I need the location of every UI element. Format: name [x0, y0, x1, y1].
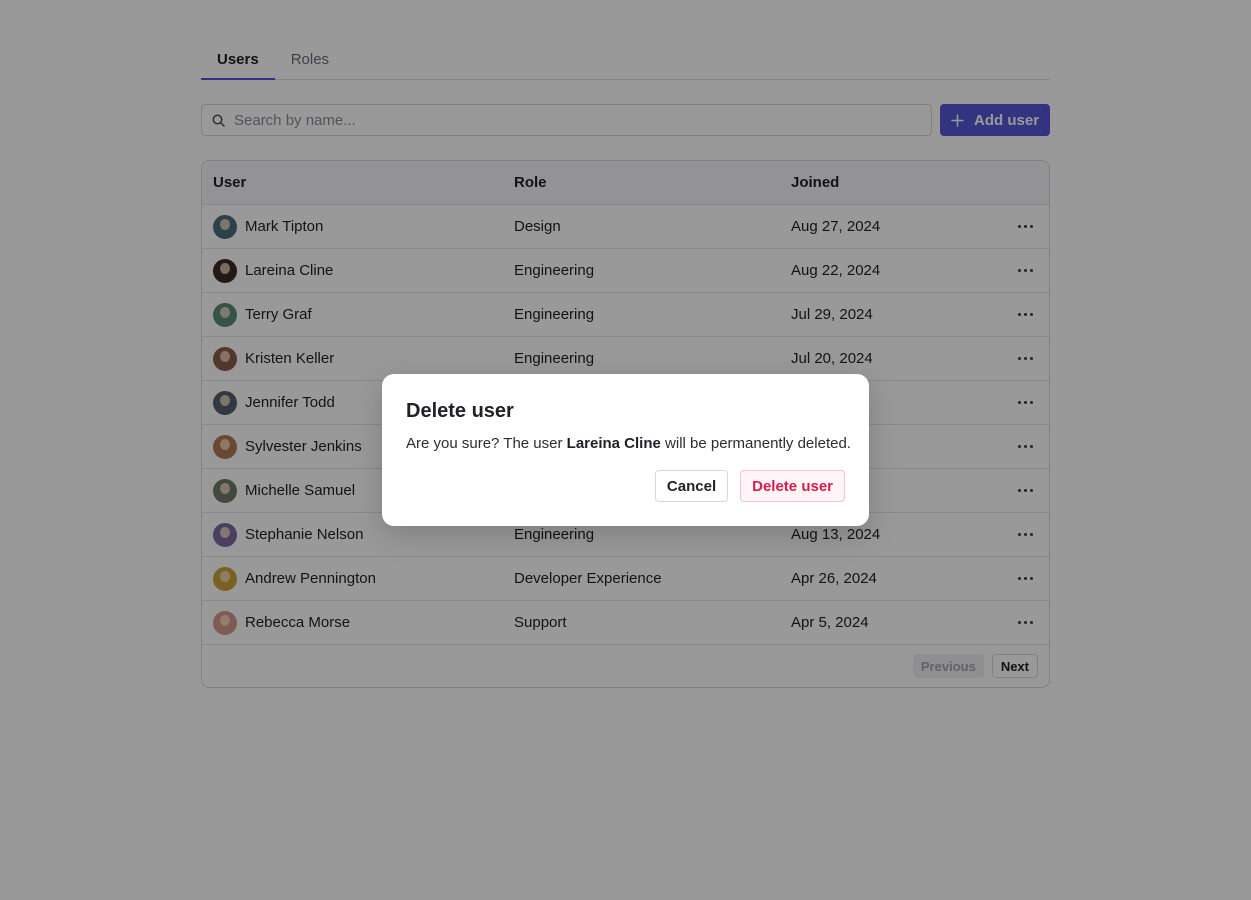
cancel-button[interactable]: Cancel: [654, 470, 729, 502]
delete-user-button[interactable]: Delete user: [740, 470, 845, 502]
dialog-message-before: Are you sure? The user: [406, 435, 567, 452]
dialog-message-after: will be permanently deleted.: [660, 435, 851, 452]
dialog-actions: Cancel Delete user: [654, 470, 845, 502]
dialog-message-user: Lareina Cline: [566, 435, 661, 452]
dialog-message: Are you sure? The user Lareina Cline wil…: [406, 434, 851, 454]
dialog-title: Delete user: [406, 400, 514, 422]
delete-user-dialog: Delete user Are you sure? The user Larei…: [382, 374, 869, 526]
